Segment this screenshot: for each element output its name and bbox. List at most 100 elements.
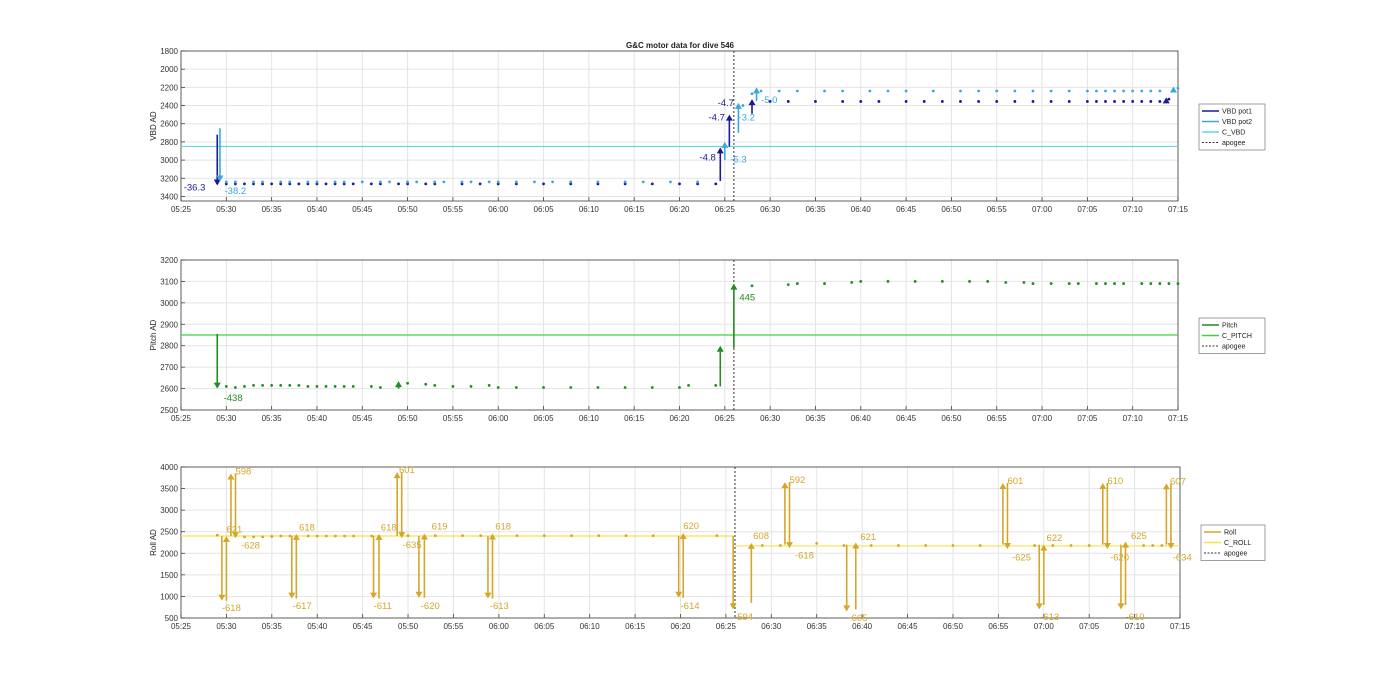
figure: G&C motor data for dive 546 05:25 05:30 05… bbox=[149, 41, 1266, 631]
data-point bbox=[315, 534, 319, 538]
x-tick-label: 06:00 bbox=[488, 414, 509, 423]
x-tick-label: 06:35 bbox=[805, 205, 826, 214]
vbd-panel: 05:25 05:30 05:35 05:40 05:45 05:50 05:55 06:00… bbox=[149, 47, 1266, 214]
data-label: -605 bbox=[849, 613, 868, 624]
arrow-head bbox=[222, 536, 230, 543]
data-point bbox=[1142, 544, 1146, 547]
data-point bbox=[1113, 282, 1116, 285]
x-tick-label: 06:30 bbox=[760, 205, 781, 214]
arrow-head bbox=[398, 532, 406, 539]
data-point bbox=[324, 182, 328, 186]
data-point bbox=[823, 89, 826, 93]
x-tick-label: 06:25 bbox=[715, 414, 736, 423]
data-point bbox=[388, 180, 391, 184]
figure-title: G&C motor data for dive 546 bbox=[626, 41, 735, 50]
data-point bbox=[270, 383, 274, 387]
data-point bbox=[224, 385, 228, 388]
data-label: -613 bbox=[1040, 612, 1059, 623]
data-point bbox=[1076, 282, 1080, 285]
data-point bbox=[859, 280, 863, 283]
data-point bbox=[569, 386, 573, 389]
data-label: 610 bbox=[1107, 476, 1123, 487]
data-point bbox=[696, 180, 700, 184]
data-point bbox=[261, 535, 265, 539]
data-point bbox=[288, 180, 292, 184]
data-point bbox=[478, 182, 482, 186]
data-point bbox=[1131, 100, 1135, 103]
data-point bbox=[270, 535, 274, 538]
data-point bbox=[1140, 282, 1144, 285]
data-label: -620 bbox=[1110, 552, 1129, 563]
data-point bbox=[940, 280, 944, 283]
data-point bbox=[270, 182, 274, 186]
arrow-head bbox=[721, 141, 729, 148]
data-point bbox=[951, 544, 955, 547]
y-tick-label: 3200 bbox=[160, 174, 178, 183]
x-tick-label: 06:35 bbox=[805, 414, 826, 423]
x-tick-label: 06:50 bbox=[943, 622, 964, 631]
x-tick-label: 06:10 bbox=[579, 205, 600, 214]
data-point bbox=[1049, 282, 1053, 285]
data-point bbox=[1122, 100, 1126, 103]
x-tick-label: 05:45 bbox=[352, 414, 373, 423]
y-tick-label: 2600 bbox=[160, 385, 178, 394]
arrow-head bbox=[395, 381, 403, 388]
y-tick-label: 2600 bbox=[160, 120, 178, 129]
arrow-head bbox=[725, 114, 733, 121]
x-tick-label: 07:00 bbox=[1032, 414, 1053, 423]
data-point bbox=[542, 386, 545, 389]
data-label: 608 bbox=[753, 531, 769, 542]
y-tick-label: 4000 bbox=[160, 463, 178, 472]
data-point bbox=[1085, 100, 1089, 103]
data-point bbox=[261, 383, 264, 387]
data-label: 625 bbox=[1131, 531, 1147, 542]
data-point bbox=[904, 89, 908, 93]
legend-entry: C_VBD bbox=[1222, 130, 1245, 137]
data-point bbox=[841, 100, 845, 103]
data-point bbox=[597, 534, 601, 537]
legend-entry: Roll bbox=[1224, 530, 1237, 537]
x-tick-label: 07:15 bbox=[1170, 622, 1191, 631]
data-point bbox=[1149, 100, 1153, 103]
data-point bbox=[233, 386, 237, 389]
legend-entry: C_PITCH bbox=[1222, 333, 1252, 340]
x-tick-label: 06:20 bbox=[670, 622, 691, 631]
arrow-head bbox=[213, 382, 221, 389]
data-point bbox=[306, 180, 310, 184]
data-point bbox=[1049, 89, 1053, 93]
data-label: 598 bbox=[235, 466, 251, 477]
arrow-head bbox=[292, 533, 300, 540]
data-point bbox=[342, 180, 346, 184]
x-tick-label: 06:40 bbox=[851, 205, 872, 214]
y-tick-label: 2000 bbox=[160, 65, 178, 74]
data-point bbox=[814, 100, 817, 103]
arrow-head bbox=[753, 87, 761, 94]
data-point bbox=[333, 534, 337, 538]
data-point bbox=[1049, 100, 1053, 103]
y-tick-label: 2200 bbox=[160, 83, 178, 92]
data-point bbox=[351, 182, 355, 186]
data-point bbox=[596, 180, 600, 184]
data-point bbox=[850, 281, 854, 284]
legend-entry: VBD pot2 bbox=[1222, 119, 1252, 126]
x-tick-label: 05:30 bbox=[216, 622, 237, 631]
data-point bbox=[995, 100, 999, 103]
arrow-head bbox=[1117, 603, 1125, 610]
x-tick-label: 06:50 bbox=[941, 414, 962, 423]
data-point bbox=[1067, 100, 1071, 103]
data-point bbox=[886, 280, 890, 283]
data-point bbox=[760, 544, 764, 547]
data-point bbox=[569, 180, 573, 184]
data-point bbox=[678, 386, 681, 389]
y-tick-label: 3000 bbox=[160, 156, 178, 165]
x-tick-label: 05:50 bbox=[398, 414, 419, 423]
data-point bbox=[779, 544, 782, 547]
data-point bbox=[297, 383, 301, 387]
x-tick-label: 06:15 bbox=[624, 414, 645, 423]
x-tick-label: 06:25 bbox=[716, 622, 737, 631]
x-tick-label: 05:35 bbox=[262, 622, 283, 631]
data-point bbox=[1149, 282, 1153, 285]
data-point bbox=[570, 534, 573, 537]
data-point bbox=[1051, 544, 1055, 547]
data-point bbox=[904, 100, 908, 103]
